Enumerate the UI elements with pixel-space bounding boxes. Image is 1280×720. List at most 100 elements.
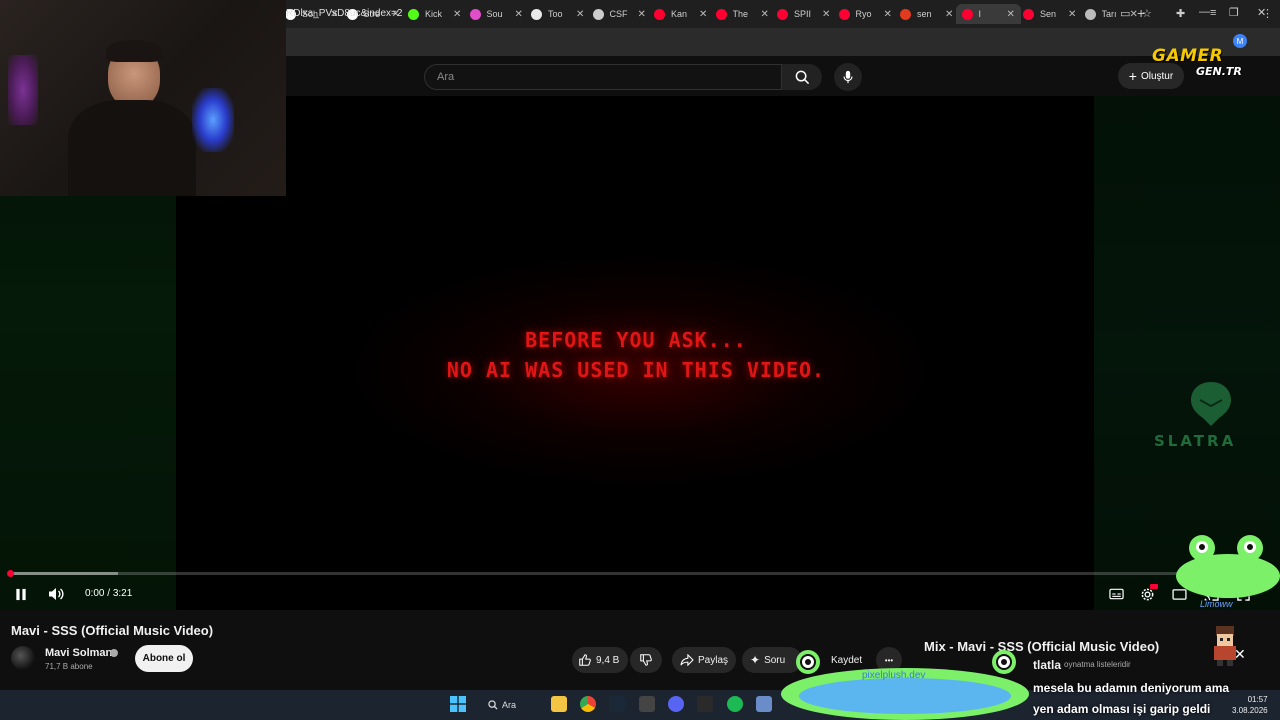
discord-icon[interactable] [668, 696, 684, 712]
subtitles-button[interactable] [1107, 586, 1125, 602]
progress-track[interactable] [10, 572, 1270, 575]
voice-search-button[interactable] [834, 63, 862, 91]
tab-close-icon[interactable]: ✕ [638, 9, 646, 20]
menu-dots-icon[interactable]: ⋮ [1262, 7, 1273, 20]
slatra-sponsor-logo: SLATRA [1154, 432, 1237, 450]
tab-label: Kan [671, 9, 688, 19]
volume-icon [49, 588, 64, 600]
tab-close-icon[interactable]: ✕ [1007, 9, 1015, 20]
tab-favicon-icon [838, 8, 850, 20]
minimize-button[interactable]: — [1199, 6, 1210, 18]
search-icon [795, 70, 809, 84]
pixelplush-url: pixelplush.dev [862, 670, 926, 681]
share-label: Paylaş [698, 654, 729, 666]
time-total: 3:21 [112, 588, 133, 599]
thumbs-down-icon [640, 654, 652, 666]
cast-icon[interactable]: ▭ [1120, 7, 1130, 20]
chrome-icon[interactable] [580, 696, 596, 712]
webcam-person-hair [106, 40, 162, 62]
browser-tab[interactable]: CSF ✕ [592, 4, 646, 24]
tab-close-icon[interactable]: ✕ [884, 9, 892, 20]
browser-tab[interactable]: Kan ✕ [654, 4, 707, 24]
mix-playlist-subtitle: oynatma listeleridir [1064, 660, 1131, 669]
tab-favicon-icon [777, 8, 788, 20]
search-input[interactable]: Ara [424, 64, 782, 90]
thumbs-up-icon [579, 654, 591, 666]
taskbar-search[interactable]: Ara [488, 695, 548, 715]
chat-message-line2: yen adam olması işi garip geldi [1033, 702, 1211, 716]
browser-tab[interactable]: Ryo ✕ [838, 4, 892, 24]
tab-favicon-icon [654, 8, 665, 20]
hd-badge-icon [1150, 584, 1158, 589]
channel-name[interactable]: Mavi Solman [45, 647, 112, 659]
sparkle-icon: ✦ [750, 653, 761, 667]
tab-close-icon[interactable]: ✕ [515, 9, 523, 20]
taskbar-clock[interactable]: 01:57 3.08.2026 [1232, 694, 1268, 716]
tab-label: sen [917, 9, 932, 19]
start-button[interactable] [450, 696, 466, 712]
browser-tab[interactable]: Sou ✕ [469, 4, 523, 24]
bookmark-star-icon[interactable]: ☆ [1142, 7, 1152, 20]
tab-close-icon[interactable]: ✕ [453, 9, 461, 20]
tab-close-icon[interactable]: ✕ [1068, 9, 1076, 20]
video-title: Mavi - SSS (Official Music Video) [11, 623, 214, 638]
app-icon[interactable] [639, 696, 655, 712]
browser-tab[interactable]: The ✕ [715, 4, 769, 24]
tab-close-icon[interactable]: ✕ [761, 9, 769, 20]
dislike-button[interactable] [630, 647, 662, 673]
browser-tab[interactable]: I ✕ [955, 4, 1021, 24]
epic-games-icon[interactable] [697, 696, 713, 712]
app-icon-2[interactable] [756, 696, 772, 712]
tab-label: I [978, 9, 982, 19]
windows-icon [450, 696, 466, 712]
browser-tab[interactable]: Too ✕ [531, 4, 584, 24]
channel-avatar[interactable] [11, 646, 35, 670]
frog-pool-overlay-icon [780, 650, 1030, 720]
url-text[interactable]: RDlxa_PVsD8uc&index=2 [286, 8, 402, 19]
create-button[interactable]: + Oluştur [1118, 63, 1184, 89]
webcam-room-light [8, 55, 38, 125]
gamergen-logo-bottom: GEN.TR [1196, 65, 1242, 78]
spotify-icon[interactable] [727, 696, 743, 712]
webcam-blue-lamp [192, 88, 234, 152]
pause-button[interactable] [12, 586, 30, 602]
tab-favicon-icon [469, 8, 481, 20]
file-explorer-icon[interactable] [551, 696, 567, 712]
mix-playlist-owner: tlatla [1033, 658, 1062, 672]
browser-tab[interactable]: SPII ✕ [777, 4, 830, 24]
time-display: 0:00 / 3:21 [85, 588, 132, 599]
progress-buffer [10, 572, 119, 575]
maximize-button[interactable]: ❐ [1229, 6, 1239, 19]
tab-close-icon[interactable]: ✕ [699, 9, 707, 20]
settings-button[interactable] [1138, 584, 1158, 602]
microphone-icon [843, 70, 853, 84]
subscribe-button[interactable]: Abone ol [135, 645, 193, 672]
like-count: 9,4 B [596, 654, 620, 666]
progress-scrubber[interactable] [7, 570, 14, 577]
browser-tab[interactable]: Sen ✕ [1023, 4, 1076, 24]
steam-icon[interactable] [609, 696, 625, 712]
tab-label: Ryo [855, 9, 872, 19]
browser-tab[interactable]: Kick ✕ [408, 4, 461, 24]
extensions-icon[interactable]: ✚ [1176, 7, 1185, 20]
profile-avatar[interactable]: M [1233, 34, 1247, 48]
tab-close-icon[interactable]: ✕ [822, 9, 830, 20]
tab-close-icon[interactable]: ✕ [945, 9, 953, 20]
tab-label: Kick [425, 9, 443, 19]
tab-label: The [732, 9, 749, 19]
share-button[interactable]: Paylaş [672, 647, 736, 673]
volume-button[interactable] [47, 586, 65, 602]
tab-favicon-icon [1084, 8, 1096, 20]
gamergen-logo-top: GAMER [1152, 46, 1224, 66]
share-icon [680, 654, 694, 666]
screen: Soh ✕ Stre ✕ Kick ✕ Sou ✕ Too ✕ CSF ✕ Kan ✕ The ✕ SPII ✕ R… [0, 0, 1280, 720]
like-button[interactable]: 9,4 B [572, 647, 628, 673]
tab-close-icon[interactable]: ✕ [576, 9, 584, 20]
search-button[interactable] [782, 64, 822, 90]
subscriber-count: 71,7 B abone [45, 662, 93, 671]
clock-date: 3.08.2026 [1232, 706, 1268, 715]
taskbar-search-label: Ara [502, 700, 517, 710]
pet-name-label: Limoww [1200, 599, 1233, 609]
browser-tab[interactable]: sen ✕ [900, 4, 953, 24]
media-icon[interactable]: ≡ [1210, 7, 1216, 19]
